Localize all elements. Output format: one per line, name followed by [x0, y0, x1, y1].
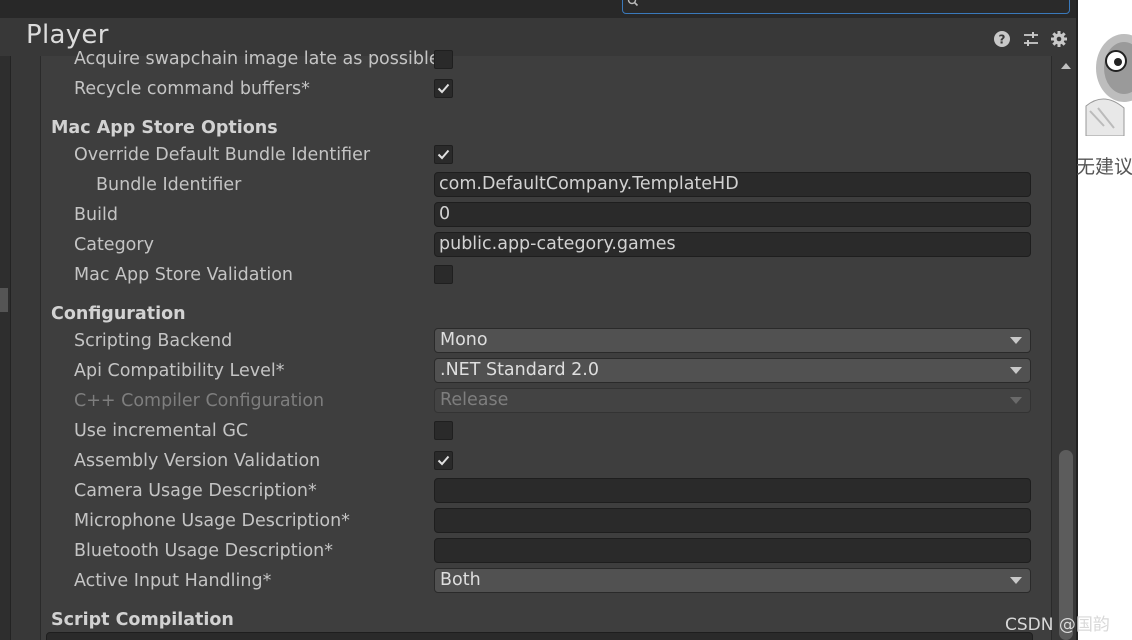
- scripting-backend-dropdown[interactable]: Mono: [434, 328, 1031, 353]
- recycle-command-buffers-label: Recycle command buffers*: [74, 79, 310, 99]
- mac-app-store-validation-label: Mac App Store Validation: [74, 265, 293, 285]
- search-icon: [627, 0, 639, 7]
- bundle-identifier-field[interactable]: com.DefaultCompany.TemplateHD: [434, 172, 1031, 197]
- scripting-backend-value: Mono: [440, 330, 488, 350]
- script-compilation-heading: Script Compilation: [51, 610, 234, 630]
- browser-side-panel: 无建议: [1076, 0, 1132, 640]
- assembly-version-validation-checkbox[interactable]: [434, 451, 453, 470]
- mac-app-store-validation-checkbox[interactable]: [434, 265, 453, 284]
- bluetooth-usage-field[interactable]: [434, 538, 1031, 563]
- left-scroll-handle[interactable]: [0, 288, 8, 312]
- incremental-gc-checkbox[interactable]: [434, 421, 453, 440]
- preset-sliders-icon[interactable]: [1022, 30, 1040, 48]
- help-icon[interactable]: ?: [993, 30, 1011, 48]
- chevron-down-icon: [1010, 367, 1022, 374]
- scripting-backend-label: Scripting Backend: [74, 331, 233, 351]
- api-compatibility-value: .NET Standard 2.0: [440, 360, 599, 380]
- left-gutter: [0, 18, 11, 640]
- active-input-handling-label: Active Input Handling*: [74, 571, 272, 591]
- bluetooth-usage-label: Bluetooth Usage Description*: [74, 541, 334, 561]
- svg-text:?: ?: [999, 33, 1006, 47]
- acquire-swapchain-label: Acquire swapchain image late as possible: [74, 49, 440, 69]
- watermark: CSDN @国韵: [1005, 615, 1110, 635]
- search-input[interactable]: [622, 0, 1070, 14]
- api-compatibility-label: Api Compatibility Level*: [74, 361, 285, 381]
- microphone-usage-label: Microphone Usage Description*: [74, 511, 350, 531]
- checkmark-icon: [437, 455, 450, 466]
- incremental-gc-label: Use incremental GC: [74, 421, 249, 441]
- page-title: Player: [26, 20, 109, 50]
- suggestion-text: 无建议: [1076, 156, 1132, 178]
- build-label: Build: [74, 205, 118, 225]
- category-label: Category: [74, 235, 154, 255]
- build-field[interactable]: 0: [434, 202, 1031, 227]
- scroll-up-arrow-icon[interactable]: [1060, 60, 1072, 72]
- api-compatibility-dropdown[interactable]: .NET Standard 2.0: [434, 358, 1031, 383]
- bundle-identifier-label: Bundle Identifier: [96, 175, 242, 195]
- checkmark-icon: [437, 149, 450, 160]
- mac-app-store-heading: Mac App Store Options: [51, 118, 278, 138]
- configuration-heading: Configuration: [51, 304, 186, 324]
- acquire-swapchain-checkbox[interactable]: [434, 50, 453, 69]
- chevron-down-icon: [1010, 397, 1022, 404]
- cpp-compiler-dropdown: Release: [434, 388, 1031, 413]
- recycle-command-buffers-checkbox[interactable]: [434, 79, 453, 98]
- chevron-down-icon: [1010, 577, 1022, 584]
- cpp-compiler-value: Release: [440, 390, 509, 410]
- gear-icon[interactable]: [1050, 30, 1068, 48]
- chevron-down-icon: [1010, 337, 1022, 344]
- camera-usage-label: Camera Usage Description*: [74, 481, 317, 501]
- script-compilation-list[interactable]: [46, 632, 1033, 640]
- override-bundle-checkbox[interactable]: [434, 145, 453, 164]
- override-bundle-label: Override Default Bundle Identifier: [74, 145, 371, 165]
- unity-editor-window: Player ? Acquire swapchain image late as…: [0, 0, 1076, 640]
- assembly-version-validation-label: Assembly Version Validation: [74, 451, 321, 471]
- microphone-usage-field[interactable]: [434, 508, 1031, 533]
- category-field[interactable]: public.app-category.games: [434, 232, 1031, 257]
- active-input-handling-dropdown[interactable]: Both: [434, 568, 1031, 593]
- camera-usage-field[interactable]: [434, 478, 1031, 503]
- checkmark-icon: [437, 83, 450, 94]
- mascot-image: [1085, 34, 1132, 136]
- cpp-compiler-label: C++ Compiler Configuration: [74, 391, 325, 411]
- active-input-handling-value: Both: [440, 570, 481, 590]
